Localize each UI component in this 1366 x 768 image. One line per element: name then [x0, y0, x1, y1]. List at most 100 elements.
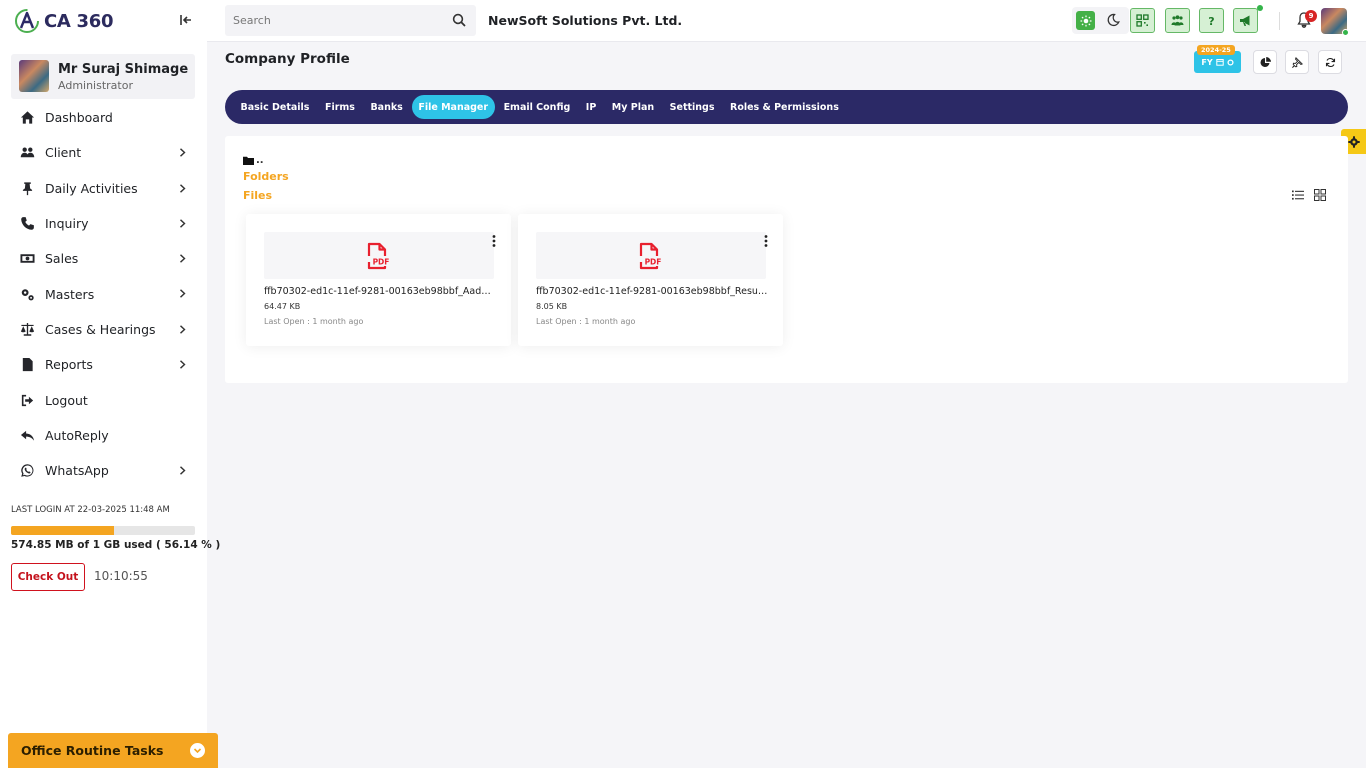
search-icon[interactable] [452, 13, 466, 27]
file-last-open: Last Open : 1 month ago [264, 317, 364, 326]
grid-view-icon[interactable] [1314, 189, 1326, 201]
folder-icon [243, 156, 254, 165]
file-card[interactable]: PDF ffb70302-ed1c-11ef-9281-00163eb98bbf… [518, 214, 783, 346]
avatar [19, 60, 49, 92]
parent-directory-label: .. [256, 155, 264, 166]
sidebar-item-daily-activities[interactable]: Daily Activities [0, 171, 207, 206]
pdf-file-icon: PDF [367, 242, 390, 269]
theme-toggle[interactable] [1072, 7, 1129, 34]
logo-icon [15, 9, 39, 33]
tab-firms[interactable]: Firms [318, 95, 361, 119]
chevron-right-icon [180, 254, 186, 263]
file-last-open: Last Open : 1 month ago [536, 317, 636, 326]
file-icon [22, 358, 33, 372]
phone-icon [21, 217, 34, 230]
online-status-dot [1342, 29, 1349, 36]
sidebar-item-label: Logout [45, 392, 88, 408]
sidebar-item-reports[interactable]: Reports [0, 347, 207, 382]
analytics-button[interactable] [1253, 50, 1277, 74]
whatsapp-icon [21, 464, 34, 477]
question-icon: ? [1208, 15, 1214, 27]
kebab-menu-icon[interactable] [491, 234, 497, 248]
light-mode-sun-icon[interactable] [1076, 11, 1095, 30]
session-clock: 10:10:55 [94, 569, 148, 583]
sidebar-item-client[interactable]: Client [0, 135, 207, 170]
chevron-right-icon [180, 325, 186, 334]
sidebar-item-label: AutoReply [45, 427, 109, 443]
sidebar-item-cases-hearings[interactable]: Cases & Hearings [0, 312, 207, 347]
tab-ip[interactable]: IP [579, 95, 603, 119]
kebab-menu-icon[interactable] [763, 234, 769, 248]
reply-icon [20, 430, 35, 441]
pdf-file-icon: PDF [639, 242, 661, 269]
storage-progress-bar [11, 526, 195, 535]
file-type-label: PDF [373, 257, 390, 266]
company-profile-tabs: Basic Details Firms Banks File Manager E… [225, 90, 1348, 124]
help-button[interactable]: ? [1199, 8, 1224, 33]
gear-icon [1227, 58, 1234, 66]
gears-icon [21, 288, 34, 301]
storage-usage-text: 574.85 MB of 1 GB used ( 56.14 % ) [11, 539, 221, 551]
sidebar-item-autoreply[interactable]: AutoReply [0, 418, 207, 453]
app-logo[interactable]: CA 360 [14, 8, 113, 34]
top-bar: NewSoft Solutions Pvt. Ltd. ? 9 [207, 0, 1366, 42]
online-status-dot [1257, 5, 1263, 11]
gear-icon [1347, 135, 1360, 148]
tab-settings[interactable]: Settings [663, 95, 721, 119]
check-out-button[interactable]: Check Out [11, 563, 85, 591]
file-thumbnail: PDF [536, 232, 766, 279]
money-icon [20, 254, 35, 264]
sidebar-item-dashboard[interactable]: Dashboard [0, 100, 207, 135]
fy-label: FY [1201, 57, 1213, 67]
office-routine-tasks-toggle[interactable]: Office Routine Tasks [8, 733, 218, 768]
pin-page-button[interactable] [1285, 50, 1309, 74]
tab-email-config[interactable]: Email Config [497, 95, 577, 119]
sidebar-item-label: Reports [45, 357, 93, 373]
tab-basic-details[interactable]: Basic Details [234, 95, 316, 119]
sidebar-item-sales[interactable]: Sales [0, 241, 207, 276]
sidebar-item-logout[interactable]: Logout [0, 382, 207, 417]
parent-directory-link[interactable]: .. [243, 155, 264, 166]
refresh-button[interactable] [1318, 50, 1342, 74]
file-manager-panel: .. Folders Files PDF ffb70302-ed1c-11ef-… [225, 136, 1348, 383]
logo-text: CA 360 [44, 10, 114, 32]
page-title: Company Profile [225, 51, 350, 67]
folders-section-label: Folders [243, 170, 289, 183]
list-view-icon[interactable] [1292, 189, 1304, 201]
search-input[interactable] [225, 5, 445, 36]
users-icon [20, 147, 35, 158]
divider [1279, 12, 1280, 30]
sidebar-item-label: Cases & Hearings [45, 321, 156, 337]
file-card[interactable]: PDF ffb70302-ed1c-11ef-9281-00163eb98bbf… [246, 214, 511, 346]
user-profile-card[interactable]: Mr Suraj Shimage Administrator [11, 54, 195, 99]
team-button[interactable] [1165, 8, 1190, 33]
last-login-text: LAST LOGIN AT 22-03-2025 11:48 AM [11, 505, 170, 515]
chevron-down-icon [190, 743, 205, 758]
qr-code-icon [1136, 14, 1149, 27]
user-role: Administrator [58, 79, 133, 92]
collapse-sidebar-icon[interactable] [178, 12, 194, 28]
announcements-button[interactable] [1233, 8, 1258, 33]
chevron-right-icon [180, 466, 186, 475]
user-avatar-menu[interactable] [1321, 8, 1349, 36]
sidebar-item-whatsapp[interactable]: WhatsApp [0, 453, 207, 488]
home-icon [20, 111, 35, 124]
sidebar-item-inquiry[interactable]: Inquiry [0, 206, 207, 241]
tab-banks[interactable]: Banks [364, 95, 409, 119]
tab-my-plan[interactable]: My Plan [605, 95, 660, 119]
notification-count-badge: 9 [1305, 10, 1317, 22]
logout-icon [21, 394, 34, 406]
storage-progress-fill [11, 526, 115, 535]
office-routine-tasks-label: Office Routine Tasks [21, 743, 164, 758]
sidebar-nav: Dashboard Client Daily Activities Inquir… [0, 100, 207, 488]
qr-code-button[interactable] [1130, 8, 1155, 33]
scale-icon [20, 322, 35, 336]
pie-chart-icon [1260, 56, 1271, 67]
refresh-icon [1325, 57, 1335, 67]
megaphone-icon [1240, 15, 1250, 26]
chevron-right-icon [180, 148, 186, 158]
dark-mode-moon-icon[interactable] [1106, 13, 1120, 27]
tab-roles-permissions[interactable]: Roles & Permissions [724, 95, 846, 119]
tab-file-manager[interactable]: File Manager [411, 95, 495, 119]
sidebar-item-masters[interactable]: Masters [0, 276, 207, 311]
